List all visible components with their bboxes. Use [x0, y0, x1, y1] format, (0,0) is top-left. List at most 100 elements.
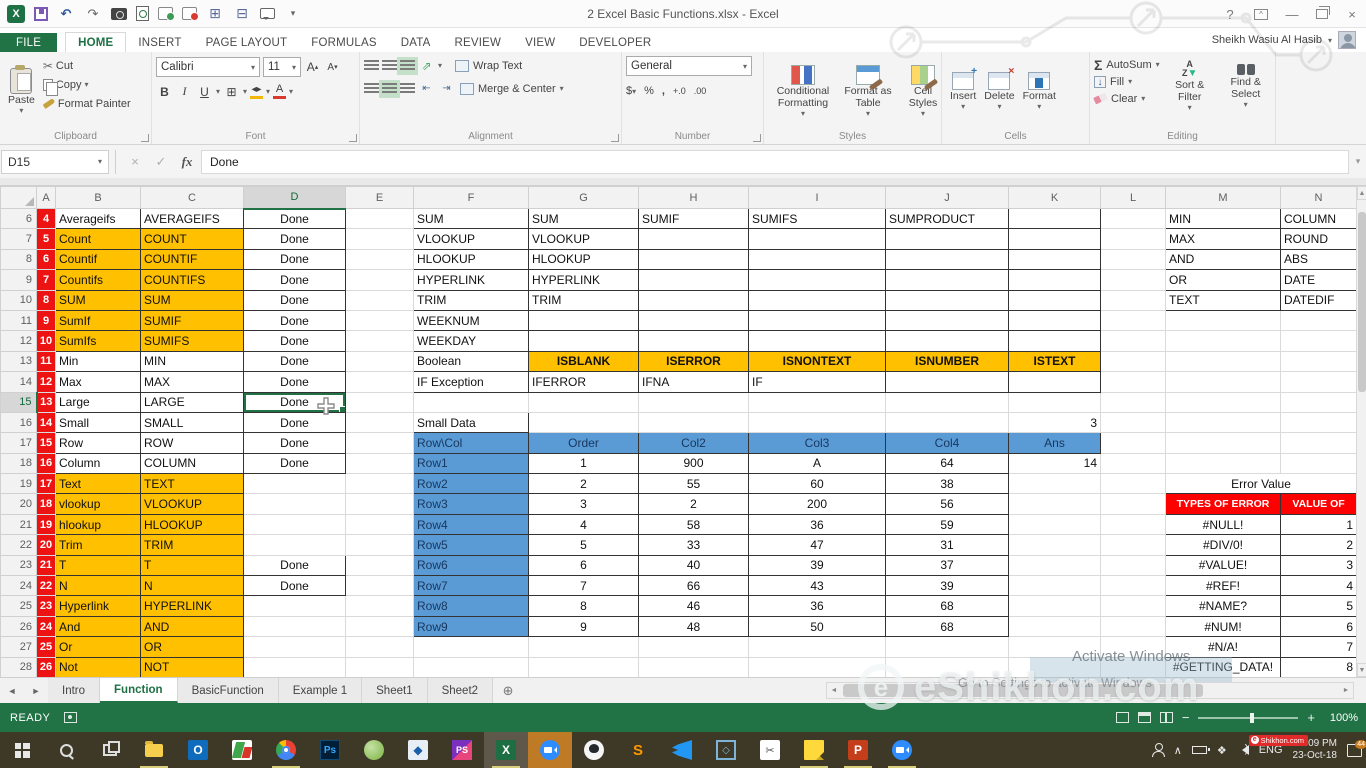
- 3d-viewer-icon[interactable]: ◇: [704, 732, 748, 768]
- cell-K24[interactable]: [1009, 576, 1101, 596]
- cell-K23[interactable]: [1009, 555, 1101, 575]
- cell-I9[interactable]: [749, 270, 886, 290]
- excel-logo-icon[interactable]: X: [7, 5, 25, 23]
- cell-G21[interactable]: 4: [529, 514, 639, 534]
- cell-H22[interactable]: 33: [639, 535, 749, 555]
- cell-G15[interactable]: [529, 392, 639, 412]
- callout-icon[interactable]: [260, 8, 275, 19]
- cell-F19[interactable]: Row2: [414, 474, 529, 494]
- page-layout-view-button[interactable]: [1138, 712, 1151, 723]
- cell-I8[interactable]: [749, 249, 886, 269]
- cell-E13[interactable]: [346, 351, 414, 371]
- column-header-M[interactable]: M: [1166, 187, 1281, 209]
- cell-D8[interactable]: Done: [244, 249, 346, 269]
- cell-E21[interactable]: [346, 514, 414, 534]
- excel-taskbar-icon[interactable]: X: [484, 732, 528, 768]
- cell-N21[interactable]: 1: [1281, 514, 1357, 534]
- cell-C24[interactable]: N: [141, 576, 244, 596]
- cell-F8[interactable]: HLOOKUP: [414, 249, 529, 269]
- cell-I23[interactable]: 39: [749, 555, 886, 575]
- cell-D20[interactable]: [244, 494, 346, 514]
- cell-B6[interactable]: Averageifs: [56, 209, 141, 229]
- cell-N6[interactable]: COLUMN: [1281, 209, 1357, 229]
- cell-E12[interactable]: [346, 331, 414, 351]
- cell-A13[interactable]: 11: [37, 351, 56, 371]
- underline-dropdown[interactable]: ▾: [216, 87, 220, 96]
- column-header-C[interactable]: C: [141, 187, 244, 209]
- cell-D6[interactable]: Done: [244, 209, 346, 229]
- cell-A10[interactable]: 8: [37, 290, 56, 310]
- percent-style-button[interactable]: %: [644, 85, 654, 97]
- cell-J25[interactable]: 68: [886, 596, 1009, 616]
- android-studio-icon[interactable]: [352, 732, 396, 768]
- ribbon-tab-file[interactable]: FILE: [0, 33, 57, 52]
- cell-J21[interactable]: 59: [886, 514, 1009, 534]
- column-header-B[interactable]: B: [56, 187, 141, 209]
- cell-C7[interactable]: COUNT: [141, 229, 244, 249]
- cell-L25[interactable]: [1101, 596, 1166, 616]
- conditional-formatting-button[interactable]: Conditional Formatting▾: [768, 56, 838, 128]
- row-header-21[interactable]: 21: [1, 514, 37, 534]
- underline-button[interactable]: U: [196, 83, 213, 101]
- github-desktop-icon[interactable]: [572, 732, 616, 768]
- cell-B9[interactable]: Countifs: [56, 270, 141, 290]
- row-header-27[interactable]: 27: [1, 637, 37, 657]
- cell-B18[interactable]: Column: [56, 453, 141, 473]
- cell-G16[interactable]: [529, 412, 639, 432]
- restore-button[interactable]: [1316, 9, 1328, 19]
- cell-H8[interactable]: [639, 249, 749, 269]
- cell-M21[interactable]: #NULL!: [1166, 514, 1281, 534]
- cell-A14[interactable]: 12: [37, 372, 56, 392]
- sheet-nav-left-icon[interactable]: ◄: [0, 678, 24, 703]
- cell-B7[interactable]: Count: [56, 229, 141, 249]
- bold-button[interactable]: B: [156, 83, 173, 101]
- insert-function-button[interactable]: fx: [175, 154, 199, 170]
- cell-B8[interactable]: Countif: [56, 249, 141, 269]
- row-header-6[interactable]: 6: [1, 209, 37, 229]
- cell-L16[interactable]: [1101, 412, 1166, 432]
- page-break-view-button[interactable]: [1160, 712, 1173, 723]
- cell-C20[interactable]: VLOOKUP: [141, 494, 244, 514]
- cell-D23[interactable]: Done: [244, 555, 346, 575]
- cell-C28[interactable]: NOT: [141, 657, 244, 677]
- record-start-icon[interactable]: [158, 7, 173, 20]
- action-center-icon[interactable]: 44: [1347, 744, 1362, 757]
- cell-J10[interactable]: [886, 290, 1009, 310]
- powerpoint-icon[interactable]: P: [836, 732, 880, 768]
- cell-L21[interactable]: [1101, 514, 1166, 534]
- file-explorer-icon[interactable]: [132, 732, 176, 768]
- fill-color-dropdown[interactable]: ▾: [266, 87, 270, 96]
- cell-N24[interactable]: 4: [1281, 576, 1357, 596]
- ribbon-tab-data[interactable]: DATA: [389, 33, 443, 52]
- chrome-icon[interactable]: [264, 732, 308, 768]
- cell-A25[interactable]: 23: [37, 596, 56, 616]
- cell-N16[interactable]: [1281, 412, 1357, 432]
- virtualbox-icon[interactable]: ◆: [396, 732, 440, 768]
- number-format-select[interactable]: General▾: [626, 56, 752, 76]
- cell-J28[interactable]: [886, 657, 1009, 677]
- vertical-scroll-thumb[interactable]: [1358, 212, 1366, 392]
- cell-L15[interactable]: [1101, 392, 1166, 412]
- cell-I24[interactable]: 43: [749, 576, 886, 596]
- cell-I14[interactable]: IF: [749, 372, 886, 392]
- column-header-E[interactable]: E: [346, 187, 414, 209]
- cell-M19[interactable]: Error Value: [1166, 474, 1357, 494]
- ribbon-tab-developer[interactable]: DEVELOPER: [567, 33, 663, 52]
- zoom-in-button[interactable]: +: [1307, 710, 1315, 725]
- cell-N26[interactable]: 6: [1281, 616, 1357, 636]
- column-header-A[interactable]: A: [37, 187, 56, 209]
- cell-D28[interactable]: [244, 657, 346, 677]
- cell-J13[interactable]: ISNUMBER: [886, 351, 1009, 371]
- cell-M8[interactable]: AND: [1166, 249, 1281, 269]
- cell-E6[interactable]: [346, 209, 414, 229]
- cell-M10[interactable]: TEXT: [1166, 290, 1281, 310]
- snipping-tool-icon[interactable]: [748, 732, 792, 768]
- cell-G14[interactable]: IFERROR: [529, 372, 639, 392]
- cell-J8[interactable]: [886, 249, 1009, 269]
- cell-N15[interactable]: [1281, 392, 1357, 412]
- cell-E9[interactable]: [346, 270, 414, 290]
- cell-H18[interactable]: 900: [639, 453, 749, 473]
- cell-F26[interactable]: Row9: [414, 616, 529, 636]
- cell-M6[interactable]: MIN: [1166, 209, 1281, 229]
- zoom-recording-icon[interactable]: [528, 732, 572, 768]
